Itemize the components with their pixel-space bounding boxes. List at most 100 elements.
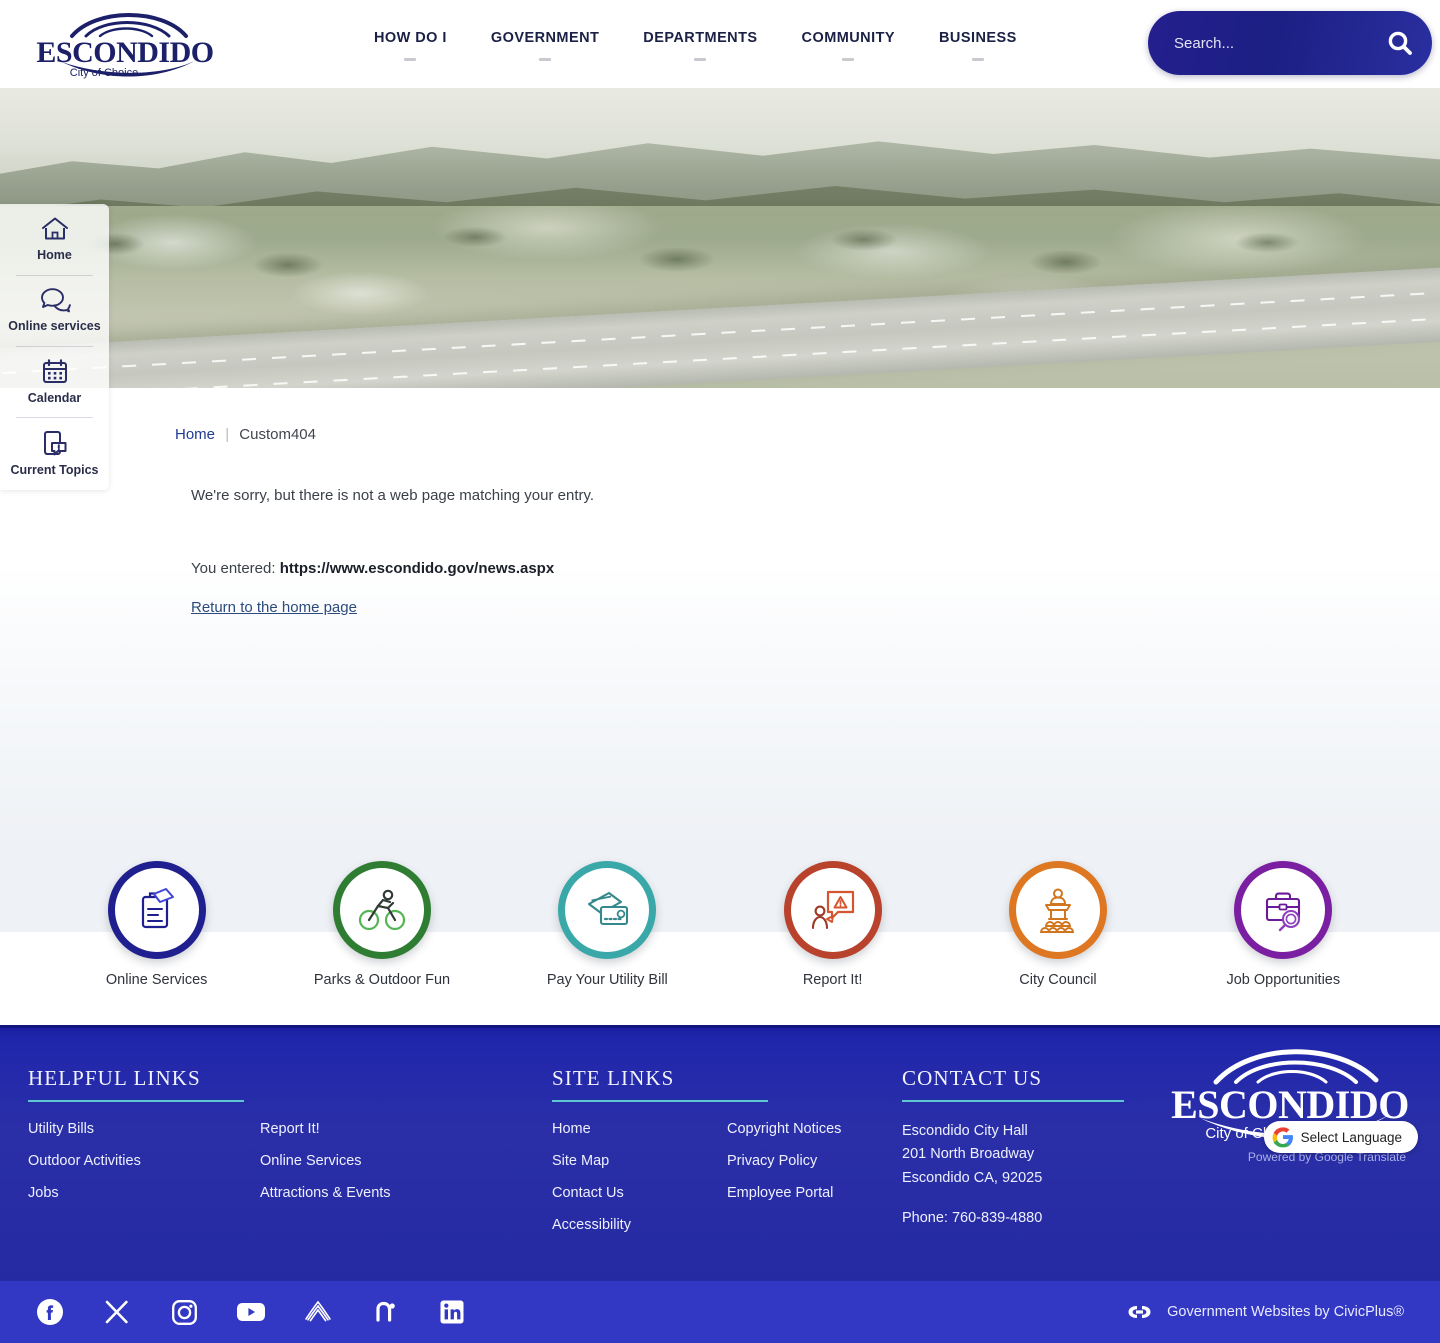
footer-link[interactable]: Privacy Policy — [727, 1153, 817, 1169]
nav-item-community[interactable]: COMMUNITY — [780, 30, 917, 61]
podium-icon — [1040, 888, 1074, 933]
footer-link[interactable]: Copyright Notices — [727, 1121, 841, 1137]
main-navigation: HOW DO I GOVERNMENT DEPARTMENTS COMMUNIT… — [352, 30, 1039, 61]
quicklinks-row: Online Services Parks & Outdoor Fun Pay … — [0, 853, 1440, 1025]
social-link-facebook[interactable] — [30, 1292, 70, 1332]
footer-link[interactable]: Jobs — [28, 1185, 59, 1201]
sidebar-item-current-topics[interactable]: Current Topics — [0, 417, 109, 490]
quicklink-label: Job Opportunities — [1226, 972, 1341, 988]
footer-link[interactable]: Site Map — [552, 1153, 609, 1169]
nav-label: GOVERNMENT — [490, 30, 600, 46]
escondido-logo[interactable]: ESCONDIDO City of Choice — [34, 6, 216, 81]
breadcrumb-home-link[interactable]: Home — [175, 426, 215, 443]
social-link-instagram[interactable] — [164, 1292, 204, 1332]
civicplus-label: Government Websites by CivicPlus® — [1167, 1304, 1404, 1320]
search-input[interactable] — [1174, 23, 1376, 63]
quicklink-city-council[interactable]: City Council — [945, 853, 1170, 988]
error-message: We're sorry, but there is not a web page… — [191, 487, 595, 504]
footer-address-street: 201 North Broadway — [902, 1146, 1035, 1163]
footer-address-name: Escondido City Hall — [902, 1123, 1028, 1139]
nextdoor-icon — [376, 1301, 395, 1322]
nav-underline-dash — [971, 58, 984, 61]
footer-link[interactable]: Home — [552, 1121, 591, 1137]
nav-underline-dash — [539, 58, 552, 61]
nav-item-business[interactable]: BUSINESS — [917, 30, 1039, 61]
clipboard-icon — [141, 888, 174, 929]
hero-vegetation — [0, 216, 1440, 286]
sidebar-item-online-services[interactable]: Online services — [0, 274, 109, 346]
sidebar-item-label: Online services — [8, 318, 101, 333]
footer-link-list: Copyright Notices Privacy Policy Employe… — [727, 1120, 841, 1248]
search-bar — [1148, 11, 1432, 75]
nav-item-departments[interactable]: DEPARTMENTS — [621, 30, 779, 61]
facebook-icon — [37, 1299, 63, 1325]
sidebar-item-label: Calendar — [27, 390, 82, 405]
nav-label: DEPARTMENTS — [643, 30, 758, 46]
footer-link[interactable]: Outdoor Activities — [28, 1153, 141, 1169]
sidebar-item-calendar[interactable]: Calendar — [0, 345, 109, 418]
quicklink-label: City Council — [1019, 972, 1097, 988]
main-content: Home | Custom404 We're sorry, but there … — [0, 388, 1440, 853]
social-link-linkedin[interactable] — [432, 1292, 472, 1332]
footer-link[interactable]: Employee Portal — [727, 1185, 833, 1201]
footer-link[interactable]: Attractions & Events — [260, 1185, 391, 1201]
briefcase-search-icon — [1266, 892, 1301, 932]
footer-link[interactable]: Accessibility — [552, 1217, 631, 1233]
quicklink-report-it[interactable]: Report It! — [720, 853, 945, 988]
svg-text:ESCONDIDO: ESCONDIDO — [36, 36, 213, 69]
quicklink-pay-utility-bill[interactable]: Pay Your Utility Bill — [495, 853, 720, 988]
breadcrumb: Home | Custom404 — [175, 426, 1440, 443]
footer-contact-us: CONTACT US Escondido City Hall 201 North… — [902, 1066, 1152, 1226]
footer-heading: SITE LINKS — [552, 1066, 675, 1090]
quicklink-job-opportunities[interactable]: Job Opportunities — [1171, 853, 1396, 988]
social-link-youtube[interactable] — [231, 1292, 271, 1332]
quicklink-circle — [1234, 861, 1333, 959]
social-link-waves[interactable] — [298, 1292, 338, 1332]
footer-helpful-links: HELPFUL LINKS Utility Bills Outdoor Acti… — [28, 1066, 498, 1216]
credit-cards-icon — [588, 891, 629, 926]
linkedin-icon — [440, 1300, 464, 1324]
breadcrumb-separator: | — [225, 426, 230, 443]
chat-bubbles-icon — [40, 288, 71, 313]
youtube-icon — [237, 1303, 265, 1321]
nav-underline-dash — [404, 58, 417, 61]
footer-link[interactable]: Online Services — [260, 1153, 362, 1169]
civicplus-attribution[interactable]: Government Websites by CivicPlus® — [1125, 1302, 1404, 1322]
quicklink-circle — [1008, 861, 1107, 959]
quicklink-circle — [783, 861, 882, 959]
quicklink-label: Online Services — [105, 972, 208, 988]
social-link-nextdoor[interactable] — [365, 1292, 405, 1332]
nav-label: BUSINESS — [939, 30, 1017, 46]
footer-link[interactable]: Report It! — [260, 1121, 320, 1137]
hero-banner-image — [0, 88, 1440, 388]
return-home-link[interactable]: Return to the home page — [191, 599, 357, 616]
footer-link[interactable]: Utility Bills — [28, 1121, 94, 1137]
footer-link[interactable]: Contact Us — [552, 1185, 624, 1201]
calendar-icon — [42, 358, 67, 383]
quicklink-online-services[interactable]: Online Services — [44, 853, 269, 988]
quicklink-label: Pay Your Utility Bill — [546, 972, 668, 988]
select-language-label: Select Language — [1300, 1129, 1402, 1145]
select-language-button[interactable]: Select Language — [1263, 1121, 1418, 1153]
entered-url-line: You entered: https://www.escondido.gov/n… — [191, 560, 1440, 577]
waves-icon — [305, 1301, 331, 1322]
social-bar: Government Websites by CivicPlus® — [0, 1281, 1440, 1343]
search-icon — [1388, 31, 1412, 55]
social-link-x-twitter[interactable] — [97, 1292, 137, 1332]
nav-item-government[interactable]: GOVERNMENT — [469, 30, 621, 61]
quicklink-parks-outdoor-fun[interactable]: Parks & Outdoor Fun — [269, 853, 494, 988]
footer-link-list: Report It! Online Services Attractions &… — [260, 1120, 391, 1216]
sidebar-item-home[interactable]: Home — [0, 204, 109, 275]
svg-text:City of Choice: City of Choice — [70, 67, 138, 79]
search-button[interactable] — [1376, 19, 1424, 67]
nav-item-how-do-i[interactable]: HOW DO I — [352, 30, 469, 61]
nav-label: COMMUNITY — [801, 30, 896, 46]
mobile-alert-icon — [43, 431, 66, 456]
civicplus-logo-icon — [1128, 1306, 1151, 1318]
quick-access-sidebar: Home Online services Calendar Current To… — [0, 204, 109, 490]
cyclist-icon — [358, 889, 406, 931]
footer-heading: HELPFUL LINKS — [28, 1066, 201, 1090]
entered-url-value: https://www.escondido.gov/news.aspx — [279, 560, 555, 577]
footer-address-citystate: Escondido CA, 92025 — [902, 1169, 1043, 1186]
footer-heading-rule — [902, 1100, 1124, 1102]
